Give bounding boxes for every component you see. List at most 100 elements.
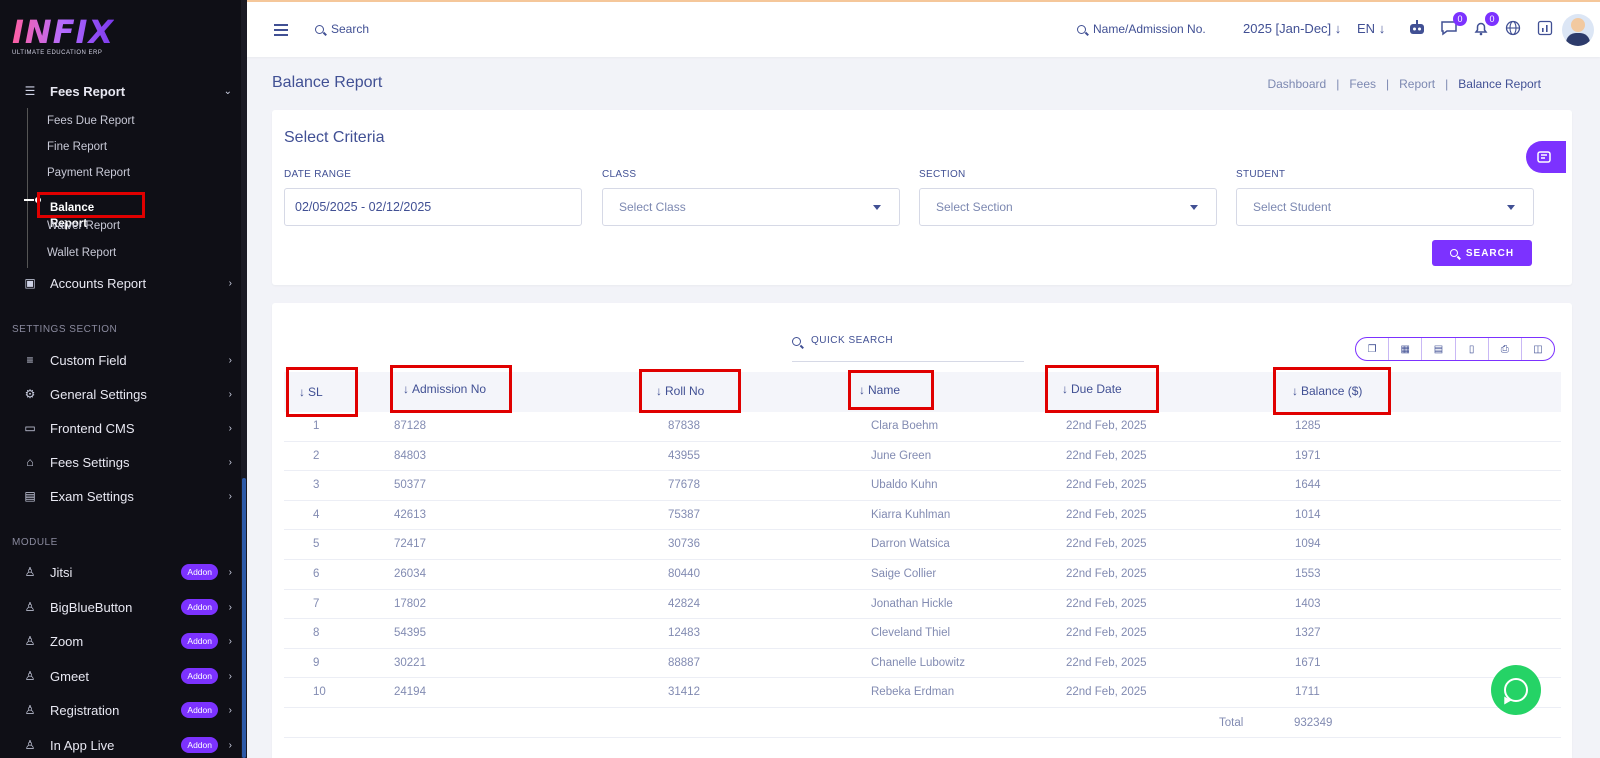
breadcrumb-report[interactable]: Report bbox=[1399, 77, 1435, 91]
sidebar-item-zoom[interactable]: ♙ Zoom Addon › bbox=[22, 629, 232, 653]
pdf-icon[interactable]: ▯ bbox=[1454, 338, 1488, 360]
section-select-value: Select Section bbox=[936, 200, 1013, 214]
chevron-right-icon: › bbox=[228, 490, 232, 502]
addon-badge: Addon bbox=[181, 737, 218, 753]
sidebar-subitem-balance-report[interactable]: Balance Report bbox=[37, 192, 145, 230]
columns-icon[interactable]: ◫ bbox=[1520, 338, 1554, 360]
sidebar-item-fees-settings[interactable]: ⌂ Fees Settings › bbox=[22, 450, 232, 474]
student-select[interactable]: Select Student bbox=[1236, 188, 1534, 226]
table-row[interactable]: 4 42613 75387 Kiarra Kuhlman 22nd Feb, 2… bbox=[284, 501, 1561, 531]
column-header-roll-no[interactable]: ↓ Roll No bbox=[639, 369, 741, 413]
whatsapp-button[interactable] bbox=[1491, 665, 1541, 715]
floating-cart-button[interactable] bbox=[1526, 141, 1566, 173]
session-select[interactable]: 2025 [Jan-Dec] ↓ bbox=[1243, 21, 1341, 36]
avatar[interactable] bbox=[1562, 14, 1594, 46]
sidebar-subitem-waiver-report[interactable]: Waiver Report bbox=[47, 218, 120, 234]
sidebar-item-custom-field[interactable]: ≡ Custom Field › bbox=[22, 348, 232, 372]
globe-icon[interactable] bbox=[1503, 18, 1523, 38]
sidebar-item-frontend-cms[interactable]: ▭ Frontend CMS › bbox=[22, 416, 232, 440]
table-row[interactable]: 6 26034 80440 Saige Collier 22nd Feb, 20… bbox=[284, 560, 1561, 590]
column-header-sl[interactable]: ↓ SL bbox=[286, 367, 358, 417]
quick-search[interactable]: QUICK SEARCH bbox=[792, 335, 1024, 362]
sidebar-scrollbar[interactable] bbox=[241, 0, 247, 758]
section-select[interactable]: Select Section bbox=[919, 188, 1217, 226]
sidebar-item-registration[interactable]: ♙ Registration Addon › bbox=[22, 698, 232, 722]
notifications-badge: 0 bbox=[1485, 12, 1499, 26]
sidebar-subitem-payment-report[interactable]: Payment Report bbox=[47, 165, 130, 181]
column-header-name[interactable]: ↓ Name bbox=[848, 370, 934, 410]
search-button[interactable]: SEARCH bbox=[1432, 240, 1532, 266]
cell-balance: 1971 bbox=[1295, 449, 1321, 462]
sort-arrow-icon: ↓ bbox=[859, 383, 865, 397]
sidebar-subitem-fees-due-report[interactable]: Fees Due Report bbox=[47, 113, 135, 129]
table-row[interactable]: 1 87128 87838 Clara Boehm 22nd Feb, 2025… bbox=[284, 412, 1561, 442]
sidebar-item-general-settings[interactable]: ⚙ General Settings › bbox=[22, 382, 232, 406]
sidebar-item-fees-report[interactable]: ☰ Fees Report ⌄ bbox=[22, 79, 232, 103]
breadcrumb-dashboard[interactable]: Dashboard bbox=[1267, 77, 1326, 91]
table-row[interactable]: 7 17802 42824 Jonathan Hickle 22nd Feb, … bbox=[284, 590, 1561, 620]
print-icon[interactable]: ⎙ bbox=[1487, 338, 1521, 360]
cell-roll-no: 30736 bbox=[668, 538, 700, 551]
sidebar-item-label: Gmeet bbox=[50, 668, 90, 684]
bell-icon[interactable]: 0 bbox=[1471, 12, 1499, 38]
table-row[interactable]: 8 54395 12483 Cleveland Thiel 22nd Feb, … bbox=[284, 619, 1561, 649]
menu-toggle-icon[interactable] bbox=[274, 24, 288, 36]
column-header-admission-no[interactable]: ↓ Admission No bbox=[390, 365, 512, 413]
robot-icon[interactable] bbox=[1407, 18, 1427, 38]
monitor-icon: ▭ bbox=[24, 421, 36, 435]
sidebar-item-exam-settings[interactable]: ▤ Exam Settings › bbox=[22, 484, 232, 508]
student-search-input[interactable]: Name/Admission No. bbox=[1093, 22, 1206, 36]
student-search[interactable]: Name/Admission No. bbox=[1077, 22, 1206, 36]
search-icon bbox=[315, 24, 324, 34]
sidebar-subitem-fine-report[interactable]: Fine Report bbox=[47, 139, 107, 155]
page-title: Balance Report bbox=[272, 74, 383, 91]
sidebar-item-label: Registration bbox=[50, 702, 120, 718]
logo-tagline: ULTIMATE EDUCATION ERP bbox=[12, 50, 103, 56]
language-select[interactable]: EN ↓ bbox=[1357, 21, 1385, 36]
total-value: 932349 bbox=[1294, 717, 1333, 729]
message-icon[interactable]: 0 bbox=[1439, 12, 1467, 38]
cell-balance: 1671 bbox=[1295, 656, 1321, 669]
table-row[interactable]: 2 84803 43955 June Green 22nd Feb, 2025 … bbox=[284, 442, 1561, 472]
cell-name: Kiarra Kuhlman bbox=[871, 508, 951, 521]
sidebar-item-gmeet[interactable]: ♙ Gmeet Addon › bbox=[22, 664, 232, 688]
arrow-down-icon: ↓ bbox=[1378, 21, 1386, 36]
column-header-due-date[interactable]: ↓ Due Date bbox=[1045, 365, 1159, 413]
sidebar-item-in-app-live[interactable]: ♙ In App Live Addon › bbox=[22, 733, 232, 757]
cart-icon bbox=[1537, 151, 1551, 163]
excel-icon[interactable]: ▦ bbox=[1388, 338, 1421, 360]
breadcrumb-fees[interactable]: Fees bbox=[1349, 77, 1376, 91]
table-row[interactable]: 10 24194 31412 Rebeka Erdman 22nd Feb, 2… bbox=[284, 678, 1561, 708]
table-row[interactable]: 3 50377 77678 Ubaldo Kuhn 22nd Feb, 2025… bbox=[284, 471, 1561, 501]
csv-icon[interactable]: ▤ bbox=[1421, 338, 1454, 360]
global-search[interactable]: Search bbox=[315, 22, 369, 36]
user-icon: ♙ bbox=[24, 669, 36, 683]
chevron-right-icon: › bbox=[228, 456, 232, 468]
class-select[interactable]: Select Class bbox=[602, 188, 900, 226]
session-value: 2025 [Jan-Dec] bbox=[1243, 21, 1332, 36]
chart-icon[interactable] bbox=[1535, 18, 1555, 38]
table-row[interactable]: 5 72417 30736 Darron Watsica 22nd Feb, 2… bbox=[284, 530, 1561, 560]
sidebar-item-accounts-report[interactable]: ▣ Accounts Report › bbox=[22, 271, 232, 295]
column-label: Admission No bbox=[412, 382, 487, 396]
column-header-balance[interactable]: ↓ Balance ($) bbox=[1273, 367, 1391, 415]
search-input[interactable]: Search bbox=[331, 22, 369, 36]
chevron-right-icon: › bbox=[228, 635, 232, 647]
messages-badge: 0 bbox=[1453, 12, 1467, 26]
chevron-right-icon: › bbox=[228, 739, 232, 751]
sidebar-subitem-wallet-report[interactable]: Wallet Report bbox=[47, 245, 116, 261]
cell-sl: 8 bbox=[313, 627, 320, 640]
cell-sl: 5 bbox=[313, 538, 320, 551]
column-label: Balance ($) bbox=[1301, 384, 1363, 398]
quick-search-input[interactable]: QUICK SEARCH bbox=[811, 335, 893, 346]
sidebar-item-bigbluebutton[interactable]: ♙ BigBlueButton Addon › bbox=[22, 595, 232, 619]
sidebar-item-label: Custom Field bbox=[50, 352, 127, 368]
cell-name: Ubaldo Kuhn bbox=[871, 479, 938, 492]
scrollbar-thumb[interactable] bbox=[242, 478, 246, 758]
table-row[interactable]: 9 30221 88887 Chanelle Lubowitz 22nd Feb… bbox=[284, 649, 1561, 679]
brand-logo[interactable]: INFIX ULTIMATE EDUCATION ERP bbox=[12, 16, 114, 56]
caret-down-icon bbox=[873, 205, 881, 210]
sidebar-item-jitsi[interactable]: ♙ Jitsi Addon › bbox=[22, 560, 232, 584]
copy-icon[interactable]: ❐ bbox=[1356, 338, 1388, 360]
date-range-input[interactable]: 02/05/2025 - 02/12/2025 bbox=[284, 188, 582, 226]
